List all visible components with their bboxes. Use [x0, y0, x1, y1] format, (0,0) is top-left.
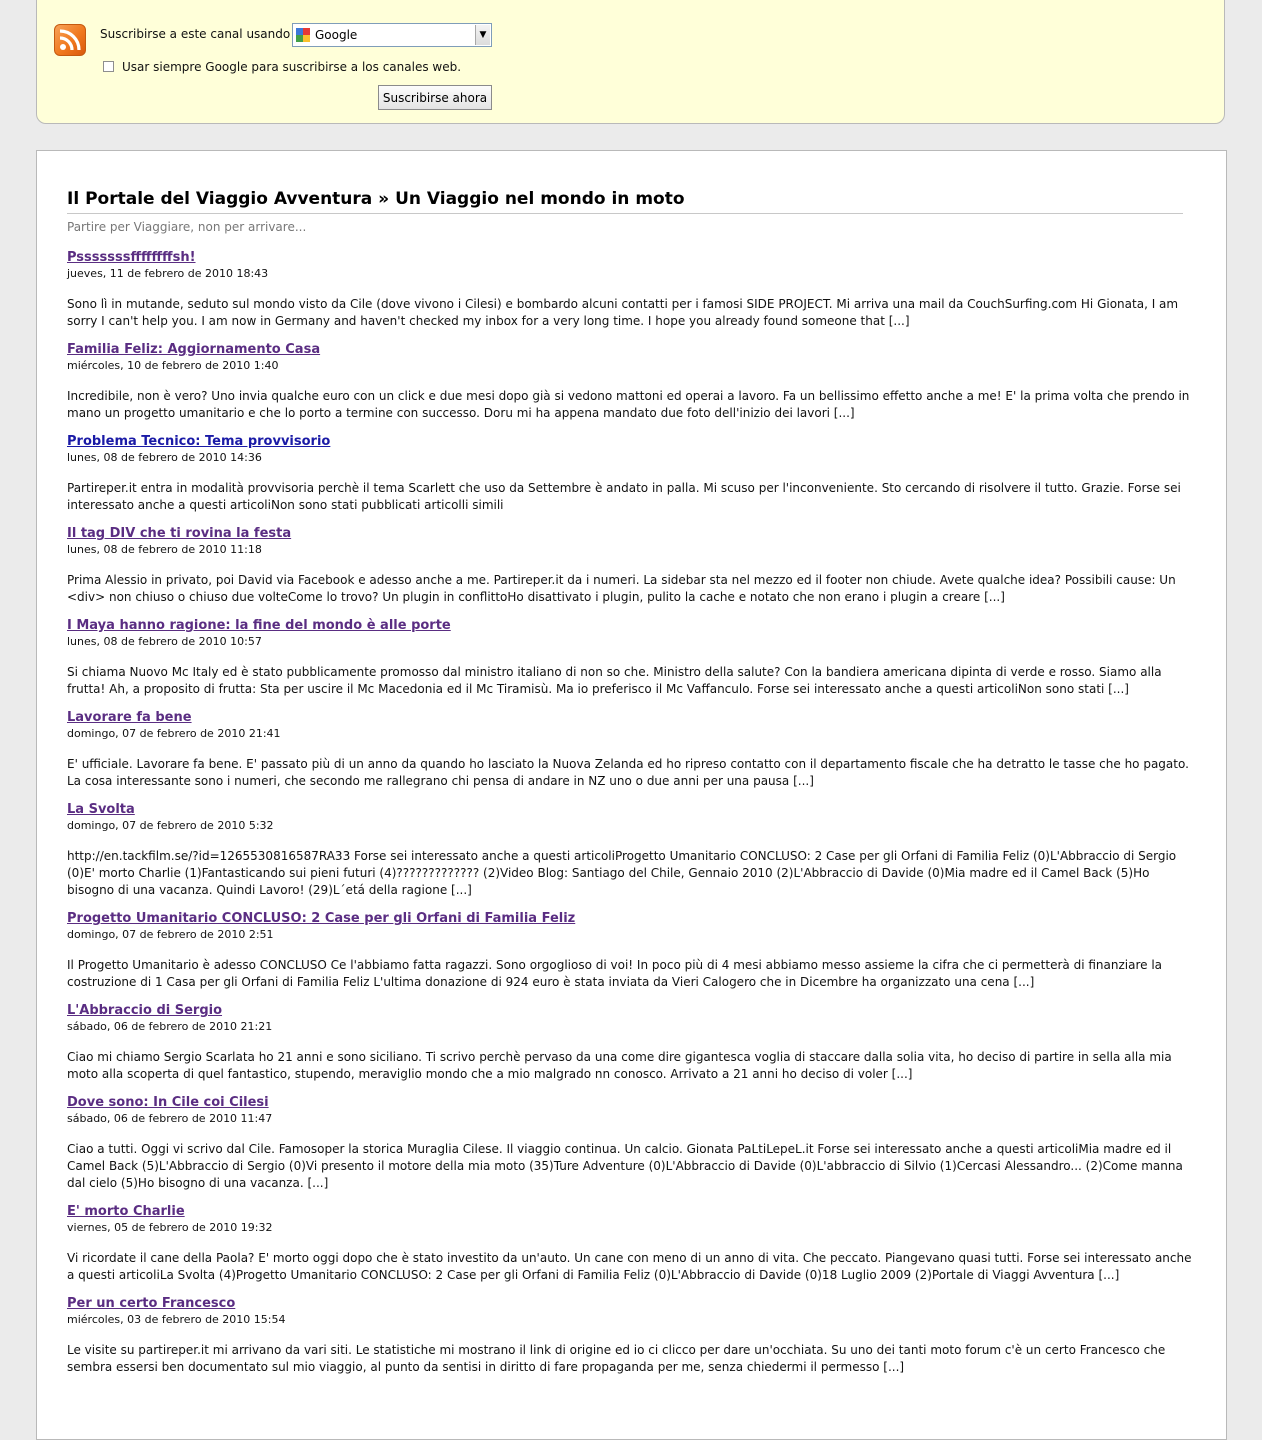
entry-date: lunes, 08 de febrero de 2010 14:36 [67, 451, 262, 464]
entry-date: lunes, 08 de febrero de 2010 10:57 [67, 635, 262, 648]
entry-summary: E' ufficiale. Lavorare fa bene. E' passa… [67, 757, 1189, 788]
entry-title-link[interactable]: Per un certo Francesco [67, 1295, 1197, 1312]
entry-date: miércoles, 03 de febrero de 2010 15:54 [67, 1313, 286, 1326]
feed-entry: Per un certo Francesco miércoles, 03 de … [67, 1295, 1197, 1376]
entry-summary: Sono lì in mutande, seduto sul mondo vis… [67, 297, 1179, 328]
feed-title: Il Portale del Viaggio Avventura » Un Vi… [67, 189, 685, 209]
chevron-down-icon[interactable]: ▼ [475, 25, 490, 45]
entry-title-link[interactable]: E' morto Charlie [67, 1203, 1197, 1220]
entry-summary: Incredibile, non è vero? Uno invia qualc… [67, 389, 1190, 420]
entry-date: domingo, 07 de febrero de 2010 21:41 [67, 727, 281, 740]
always-use-checkbox[interactable] [103, 61, 114, 72]
entry-title-link[interactable]: Il tag DIV che ti rovina la festa [67, 525, 1197, 542]
entry-date: jueves, 11 de febrero de 2010 18:43 [67, 267, 269, 280]
entry-title-link[interactable]: L'Abbraccio di Sergio [67, 1002, 1197, 1019]
entry-summary: Si chiama Nuovo Mc Italy ed è stato pubb… [67, 665, 1162, 696]
entry-summary: Prima Alessio in privato, poi David via … [67, 573, 1176, 604]
feed-entry: Il tag DIV che ti rovina la festa lunes,… [67, 525, 1197, 606]
entry-title-link[interactable]: Psssssssffffffffsh! [67, 249, 1197, 266]
feed-content-panel: Il Portale del Viaggio Avventura » Un Vi… [36, 150, 1227, 1440]
entry-date: domingo, 07 de febrero de 2010 5:32 [67, 819, 274, 832]
feed-entry: Dove sono: In Cile coi Cilesi sábado, 06… [67, 1094, 1197, 1192]
feed-entry: Lavorare fa bene domingo, 07 de febrero … [67, 709, 1197, 790]
entry-date: sábado, 06 de febrero de 2010 11:47 [67, 1112, 273, 1125]
title-divider [67, 213, 1183, 214]
rss-feed-icon [54, 24, 86, 56]
feed-entry: E' morto Charlie viernes, 05 de febrero … [67, 1203, 1197, 1284]
feed-entry: Psssssssffffffffsh! jueves, 11 de febrer… [67, 249, 1197, 330]
entry-title-link[interactable]: Familia Feliz: Aggiornamento Casa [67, 341, 1197, 358]
feed-entry: Problema Tecnico: Tema provvisorio lunes… [67, 433, 1197, 514]
entry-summary: Ciao a tutti. Oggi vi scrivo dal Cile. F… [67, 1142, 1183, 1190]
subscribe-now-button[interactable]: Suscribirse ahora [378, 85, 492, 110]
entry-title-link[interactable]: I Maya hanno ragione: la fine del mondo … [67, 617, 1197, 634]
feed-entry: L'Abbraccio di Sergio sábado, 06 de febr… [67, 1002, 1197, 1083]
entry-date: domingo, 07 de febrero de 2010 2:51 [67, 928, 274, 941]
entry-title-link[interactable]: Dove sono: In Cile coi Cilesi [67, 1094, 1197, 1111]
entry-title-link[interactable]: La Svolta [67, 801, 1197, 818]
feed-reader-select[interactable]: Google ▼ [292, 23, 492, 47]
entry-summary: Il Progetto Umanitario è adesso CONCLUSO… [67, 958, 1162, 989]
feed-subtitle: Partire per Viaggiare, non per arrivare.… [67, 220, 307, 234]
feed-entry-list: Psssssssffffffffsh! jueves, 11 de febrer… [67, 249, 1197, 1387]
feed-entry: Familia Feliz: Aggiornamento Casa miérco… [67, 341, 1197, 422]
feed-entry: La Svolta domingo, 07 de febrero de 2010… [67, 801, 1197, 899]
google-icon [296, 28, 310, 42]
entry-title-link[interactable]: Progetto Umanitario CONCLUSO: 2 Case per… [67, 910, 1197, 927]
feed-entry: Progetto Umanitario CONCLUSO: 2 Case per… [67, 910, 1197, 991]
entry-summary: http://en.tackfilm.se/?id=1265530816587R… [67, 849, 1177, 897]
entry-date: miércoles, 10 de febrero de 2010 1:40 [67, 359, 279, 372]
feed-entry: I Maya hanno ragione: la fine del mondo … [67, 617, 1197, 698]
always-use-checkbox-label: Usar siempre Google para suscribirse a l… [122, 60, 462, 74]
entry-title-link[interactable]: Lavorare fa bene [67, 709, 1197, 726]
entry-summary: Ciao mi chiamo Sergio Scarlata ho 21 ann… [67, 1050, 1172, 1081]
entry-date: viernes, 05 de febrero de 2010 19:32 [67, 1221, 273, 1234]
entry-date: sábado, 06 de febrero de 2010 21:21 [67, 1020, 273, 1033]
subscribe-label: Suscribirse a este canal usando [100, 27, 291, 41]
entry-date: lunes, 08 de febrero de 2010 11:18 [67, 543, 262, 556]
entry-summary: Le visite su partireper.it mi arrivano d… [67, 1343, 1166, 1374]
subscribe-panel: Suscribirse a este canal usando Google ▼… [36, 0, 1225, 124]
entry-summary: Partireper.it entra in modalità provviso… [67, 481, 1181, 512]
entry-summary: Vi ricordate il cane della Paola? E' mor… [67, 1251, 1192, 1282]
entry-title-link[interactable]: Problema Tecnico: Tema provvisorio [67, 433, 1197, 450]
feed-reader-selected-value: Google [315, 28, 358, 42]
